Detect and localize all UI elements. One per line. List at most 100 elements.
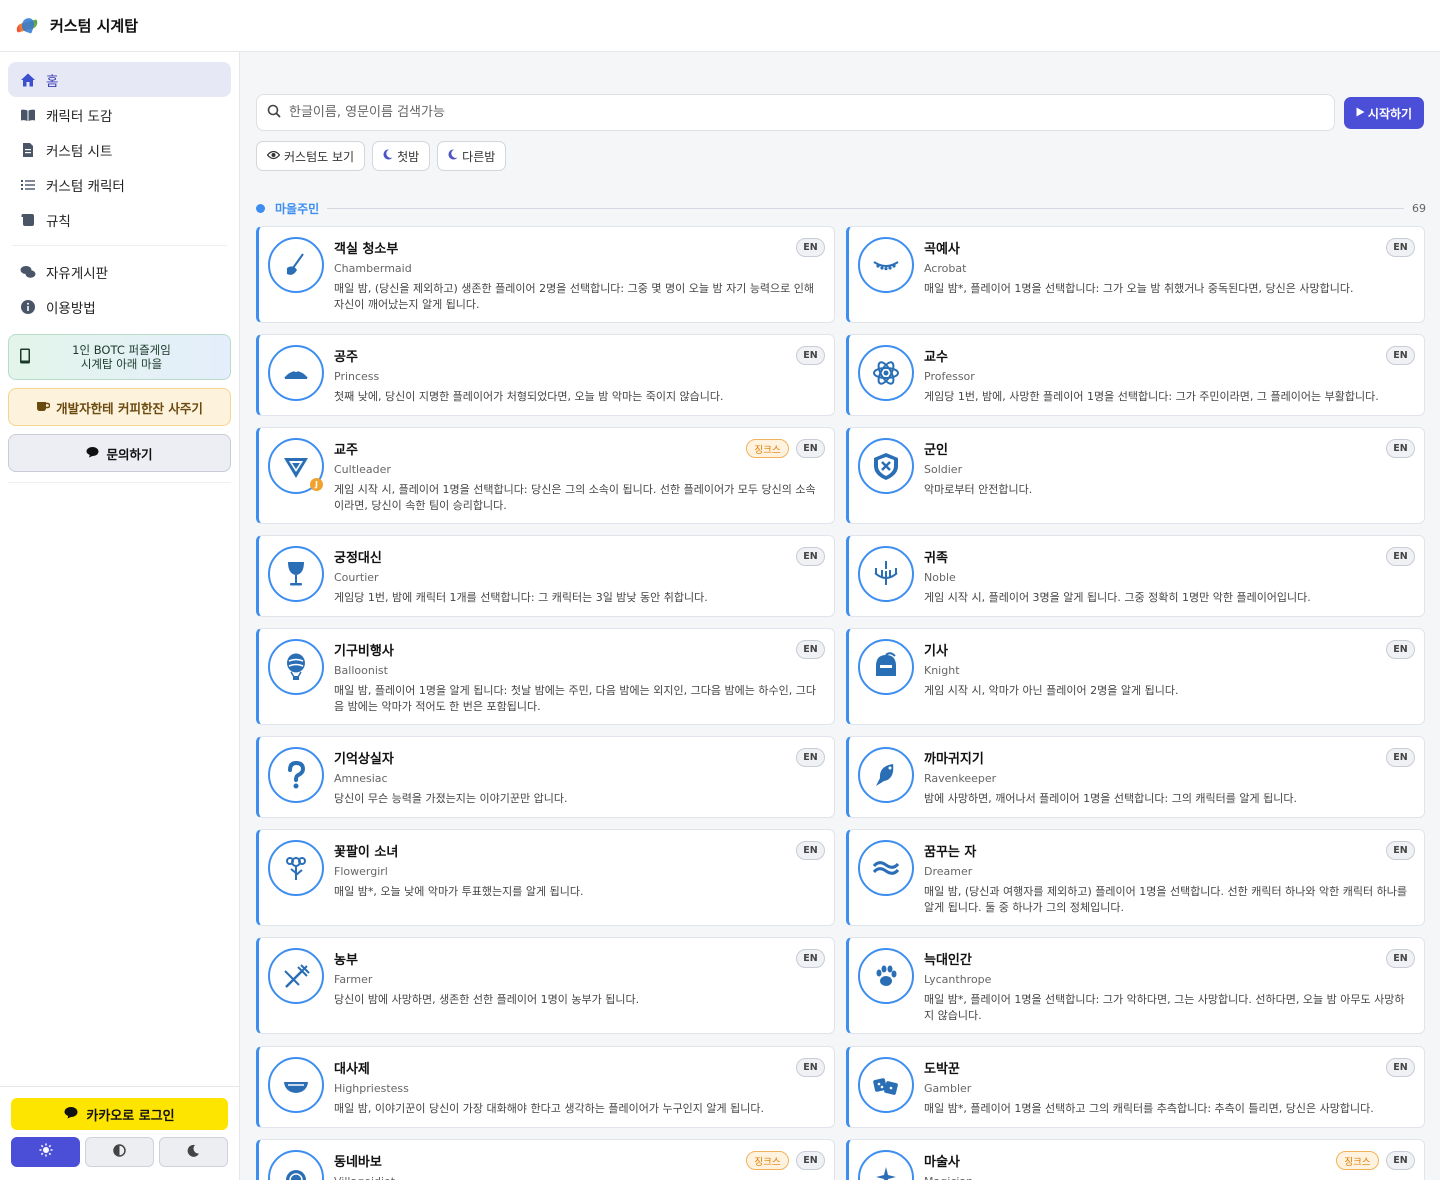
- sidebar-item-character-book[interactable]: 캐릭터 도감: [8, 97, 231, 132]
- contrast-icon: [113, 1143, 126, 1161]
- atom-icon: [873, 361, 899, 385]
- other-night-chip[interactable]: 다른밤: [437, 141, 507, 171]
- character-card[interactable]: 귀족 Noble 게임 시작 시, 플레이어 3명을 알게 됩니다. 그중 정확히 …: [846, 535, 1425, 617]
- character-english-name: Cultleader: [334, 463, 391, 476]
- character-card[interactable]: 궁정대신 Courtier 게임당 1번, 밤에 캐릭터 1개를 선택합니다: 그 …: [256, 535, 835, 617]
- en-badge[interactable]: EN: [1386, 841, 1415, 860]
- character-card[interactable]: 꽃팔이 소녀 Flowergirl 매일 밤*, 오늘 낮에 악마가 투표했는지를 …: [256, 829, 835, 926]
- search-input[interactable]: [289, 105, 1334, 120]
- character-name: 기구비행사: [334, 644, 394, 659]
- character-card[interactable]: 교수 Professor 게임당 1번, 밤에, 사망한 플레이어 1명을 선택합니…: [846, 334, 1425, 416]
- character-card[interactable]: 객실 청소부 Chambermaid 매일 밤, (당신을 제외하고) 생존한 플레…: [256, 226, 835, 323]
- en-badge[interactable]: EN: [1386, 547, 1415, 566]
- character-ability: 매일 밤, 플레이어 1명을 알게 됩니다: 첫날 밤에는 주민, 다음 밤에는…: [334, 684, 816, 713]
- kakao-login-button[interactable]: 카카오로 로그인: [11, 1098, 228, 1130]
- en-badge[interactable]: EN: [1386, 748, 1415, 767]
- first-night-chip[interactable]: 첫밤: [372, 141, 431, 171]
- home-icon: [20, 72, 36, 88]
- character-card[interactable]: 까마귀지기 Ravenkeeper 밤에 사망하면, 깨어나서 플레이어 1명을 선…: [846, 736, 1425, 818]
- start-button[interactable]: 시작하기: [1344, 97, 1424, 129]
- character-card[interactable]: 군인 Soldier 악마로부터 안전합니다. EN: [846, 427, 1425, 524]
- buy-coffee-button[interactable]: 개발자한테 커피한잔 사주기: [8, 388, 231, 426]
- system-theme-button[interactable]: [85, 1137, 154, 1167]
- en-badge[interactable]: EN: [796, 439, 825, 458]
- character-card[interactable]: 기억상실자 Amnesiac 당신이 무슨 능력을 가졌는지는 이야기꾼만 압니다.…: [256, 736, 835, 818]
- character-name: 늑대인간: [924, 953, 972, 968]
- sidebar-item-label: 이용방법: [46, 300, 96, 317]
- en-badge[interactable]: EN: [796, 1151, 825, 1170]
- bowl-icon: [284, 1082, 308, 1093]
- en-badge[interactable]: EN: [796, 841, 825, 860]
- character-card[interactable]: 곡예사 Acrobat 매일 밤*, 플레이어 1명을 선택합니다: 그가 오늘 밤…: [846, 226, 1425, 323]
- en-badge[interactable]: EN: [1386, 1058, 1415, 1077]
- sidebar-bottom: 카카오로 로그인: [0, 1086, 239, 1180]
- en-badge[interactable]: EN: [796, 949, 825, 968]
- en-badge[interactable]: EN: [796, 238, 825, 257]
- character-card[interactable]: J 교주 Cultleader 게임 시작 시, 플레이어 1명을 선택합니다: 당신…: [256, 427, 835, 524]
- cult-icon: [284, 458, 308, 478]
- character-avatar: [858, 546, 914, 602]
- en-badge[interactable]: EN: [1386, 640, 1415, 659]
- sidebar-item-rules[interactable]: 규칙: [8, 202, 231, 237]
- en-badge[interactable]: EN: [1386, 439, 1415, 458]
- en-badge[interactable]: EN: [1386, 1151, 1415, 1170]
- character-card[interactable]: J 마술사 Magician 징크스 EN: [846, 1139, 1425, 1180]
- character-english-name: Highpriestess: [334, 1082, 409, 1095]
- sidebar-item-label: 규칙: [46, 213, 71, 230]
- puzzle-game-banner[interactable]: 1인 BOTC 퍼즐게임 시계탑 아래 마을: [8, 334, 231, 380]
- jinx-badge[interactable]: 징크스: [746, 1151, 789, 1170]
- character-card[interactable]: 늑대인간 Lycanthrope 매일 밤*, 플레이어 1명을 선택합니다: 그가…: [846, 937, 1425, 1034]
- sidebar-item-how-to-use[interactable]: 이용방법: [8, 289, 231, 324]
- en-badge[interactable]: EN: [1386, 949, 1415, 968]
- sidebar-item-custom-character[interactable]: 커스텀 캐릭터: [8, 167, 231, 202]
- jinx-badge[interactable]: 징크스: [746, 439, 789, 458]
- sidebar-item-label: 캐릭터 도감: [46, 108, 113, 125]
- sidebar-item-free-board[interactable]: 자유게시판: [8, 254, 231, 289]
- en-badge[interactable]: EN: [796, 640, 825, 659]
- character-ability: 매일 밤, (당신을 제외하고) 생존한 플레이어 2명을 선택합니다: 그중 …: [334, 282, 815, 311]
- character-ability: 게임 시작 시, 악마가 아닌 플레이어 2명을 알게 됩니다.: [924, 684, 1179, 697]
- contact-button[interactable]: 문의하기: [8, 434, 231, 472]
- app-logo-icon[interactable]: [15, 15, 40, 36]
- character-name: 동네바보: [334, 1155, 382, 1170]
- sun-icon: [39, 1143, 53, 1161]
- character-card[interactable]: 꿈꾸는 자 Dreamer 매일 밤, (당신과 여행자를 제외하고) 플레이어 1…: [846, 829, 1425, 926]
- character-english-name: Villageidiot: [334, 1175, 395, 1180]
- sidebar: 홈 캐릭터 도감 커스텀 시트 커스텀 캐릭터 규칙 자유게시판 이용방법 1인…: [0, 52, 240, 1180]
- shell-icon: [286, 1170, 306, 1180]
- character-name: 객실 청소부: [334, 242, 399, 257]
- jinx-badge[interactable]: 징크스: [1336, 1151, 1379, 1170]
- character-card[interactable]: 기사 Knight 게임 시작 시, 악마가 아닌 플레이어 2명을 알게 됩니다.…: [846, 628, 1425, 725]
- dark-theme-button[interactable]: [159, 1137, 228, 1167]
- jinx-indicator-icon: J: [310, 478, 323, 491]
- character-card[interactable]: 도박꾼 Gambler 매일 밤*, 플레이어 1명을 선택하고 그의 캐릭터를 추…: [846, 1046, 1425, 1128]
- moon-icon: [448, 149, 458, 163]
- character-card[interactable]: J 동네바보 Villageidiot 징크스 EN: [256, 1139, 835, 1180]
- show-custom-chip[interactable]: 커스텀도 보기: [256, 141, 366, 171]
- en-badge[interactable]: EN: [796, 547, 825, 566]
- app-title[interactable]: 커스텀 시계탑: [50, 15, 138, 36]
- character-card[interactable]: 기구비행사 Balloonist 매일 밤, 플레이어 1명을 알게 됩니다: 첫날…: [256, 628, 835, 725]
- character-card[interactable]: 농부 Farmer 당신이 밤에 사망하면, 생존한 선한 플레이어 1명이 농부가…: [256, 937, 835, 1034]
- character-english-name: Acrobat: [924, 262, 967, 275]
- paw-icon: [876, 965, 897, 986]
- character-english-name: Noble: [924, 571, 956, 584]
- en-badge[interactable]: EN: [1386, 238, 1415, 257]
- en-badge[interactable]: EN: [796, 346, 825, 365]
- character-avatar: [858, 840, 914, 896]
- character-name: 꿈꾸는 자: [924, 845, 977, 860]
- play-icon: [1356, 106, 1365, 120]
- light-theme-button[interactable]: [11, 1137, 80, 1167]
- en-badge[interactable]: EN: [1386, 346, 1415, 365]
- mop-icon: [287, 253, 304, 275]
- character-card[interactable]: 공주 Princess 첫째 낮에, 당신이 지명한 플레이어가 처형되었다면, 오…: [256, 334, 835, 416]
- character-name: 궁정대신: [334, 551, 382, 566]
- character-card[interactable]: 대사제 Highpriestess 매일 밤, 이야기꾼이 당신이 가장 대화해야 …: [256, 1046, 835, 1128]
- sidebar-item-home[interactable]: 홈: [8, 62, 231, 97]
- section-divider: [327, 207, 1404, 209]
- helmet-icon: [876, 652, 896, 676]
- sidebar-item-custom-sheet[interactable]: 커스텀 시트: [8, 132, 231, 167]
- en-badge[interactable]: EN: [796, 1058, 825, 1077]
- en-badge[interactable]: EN: [796, 748, 825, 767]
- start-label: 시작하기: [1367, 106, 1413, 121]
